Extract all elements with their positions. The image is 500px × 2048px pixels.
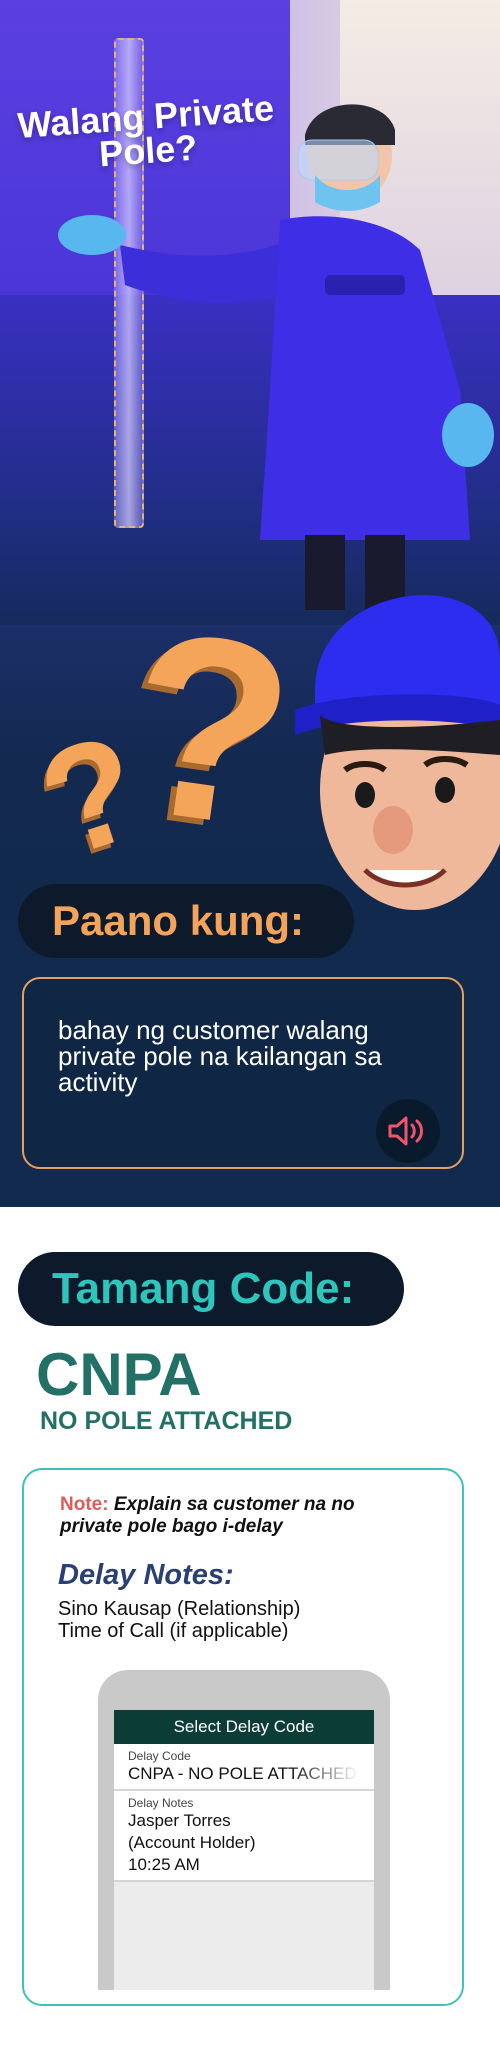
delay-notes-lines: Sino Kausap (Relationship) Time of Call … [58, 1598, 300, 1642]
delay-code-field[interactable]: Delay Code CNPA - NO POLE ATTACHED [114, 1744, 374, 1791]
code-heading: Tamang Code: [18, 1252, 404, 1326]
speaker-icon [388, 1116, 423, 1146]
instructions-card: Note: Explain sa customer na no private … [22, 1468, 464, 2006]
delay-notes-label: Delay Notes [128, 1796, 194, 1810]
phone-screen: Select Delay Code Delay Code CNPA - NO P… [114, 1710, 374, 1990]
delay-code-value: CNPA - NO POLE ATTACHED [128, 1764, 357, 1783]
delay-code: CNPA [36, 1341, 202, 1408]
delay-notes-field[interactable]: Delay Notes Jasper Torres (Account Holde… [114, 1791, 374, 1882]
delay-notes-value: Jasper Torres (Account Holder) 10:25 AM [128, 1811, 256, 1874]
phone-mockup: Select Delay Code Delay Code CNPA - NO P… [98, 1670, 390, 1990]
question-heading: Paano kung: [18, 884, 354, 958]
worker-face-illustration [295, 595, 500, 910]
audio-play-button[interactable] [376, 1099, 440, 1163]
delay-notes-title: Delay Notes: [58, 1559, 234, 1591]
scenario-box: bahay ng customer walang private pole na… [22, 977, 464, 1169]
delay-notes-line-relationship: Sino Kausap (Relationship) [58, 1598, 301, 1620]
select-delay-code-header: Select Delay Code [114, 1710, 374, 1744]
scenario-text: bahay ng customer walang private pole na… [58, 1015, 382, 1097]
delay-code-meaning: NO POLE ATTACHED [40, 1407, 293, 1435]
note: Note: Explain sa customer na no private … [60, 1494, 400, 1538]
note-label: Note: [60, 1494, 109, 1515]
hero-section: Walang Private Pole? ? ? Paano kung: bah… [0, 0, 500, 1207]
delay-code-label: Delay Code [128, 1749, 191, 1763]
delay-notes-line-time: Time of Call (if applicable) [58, 1620, 289, 1642]
